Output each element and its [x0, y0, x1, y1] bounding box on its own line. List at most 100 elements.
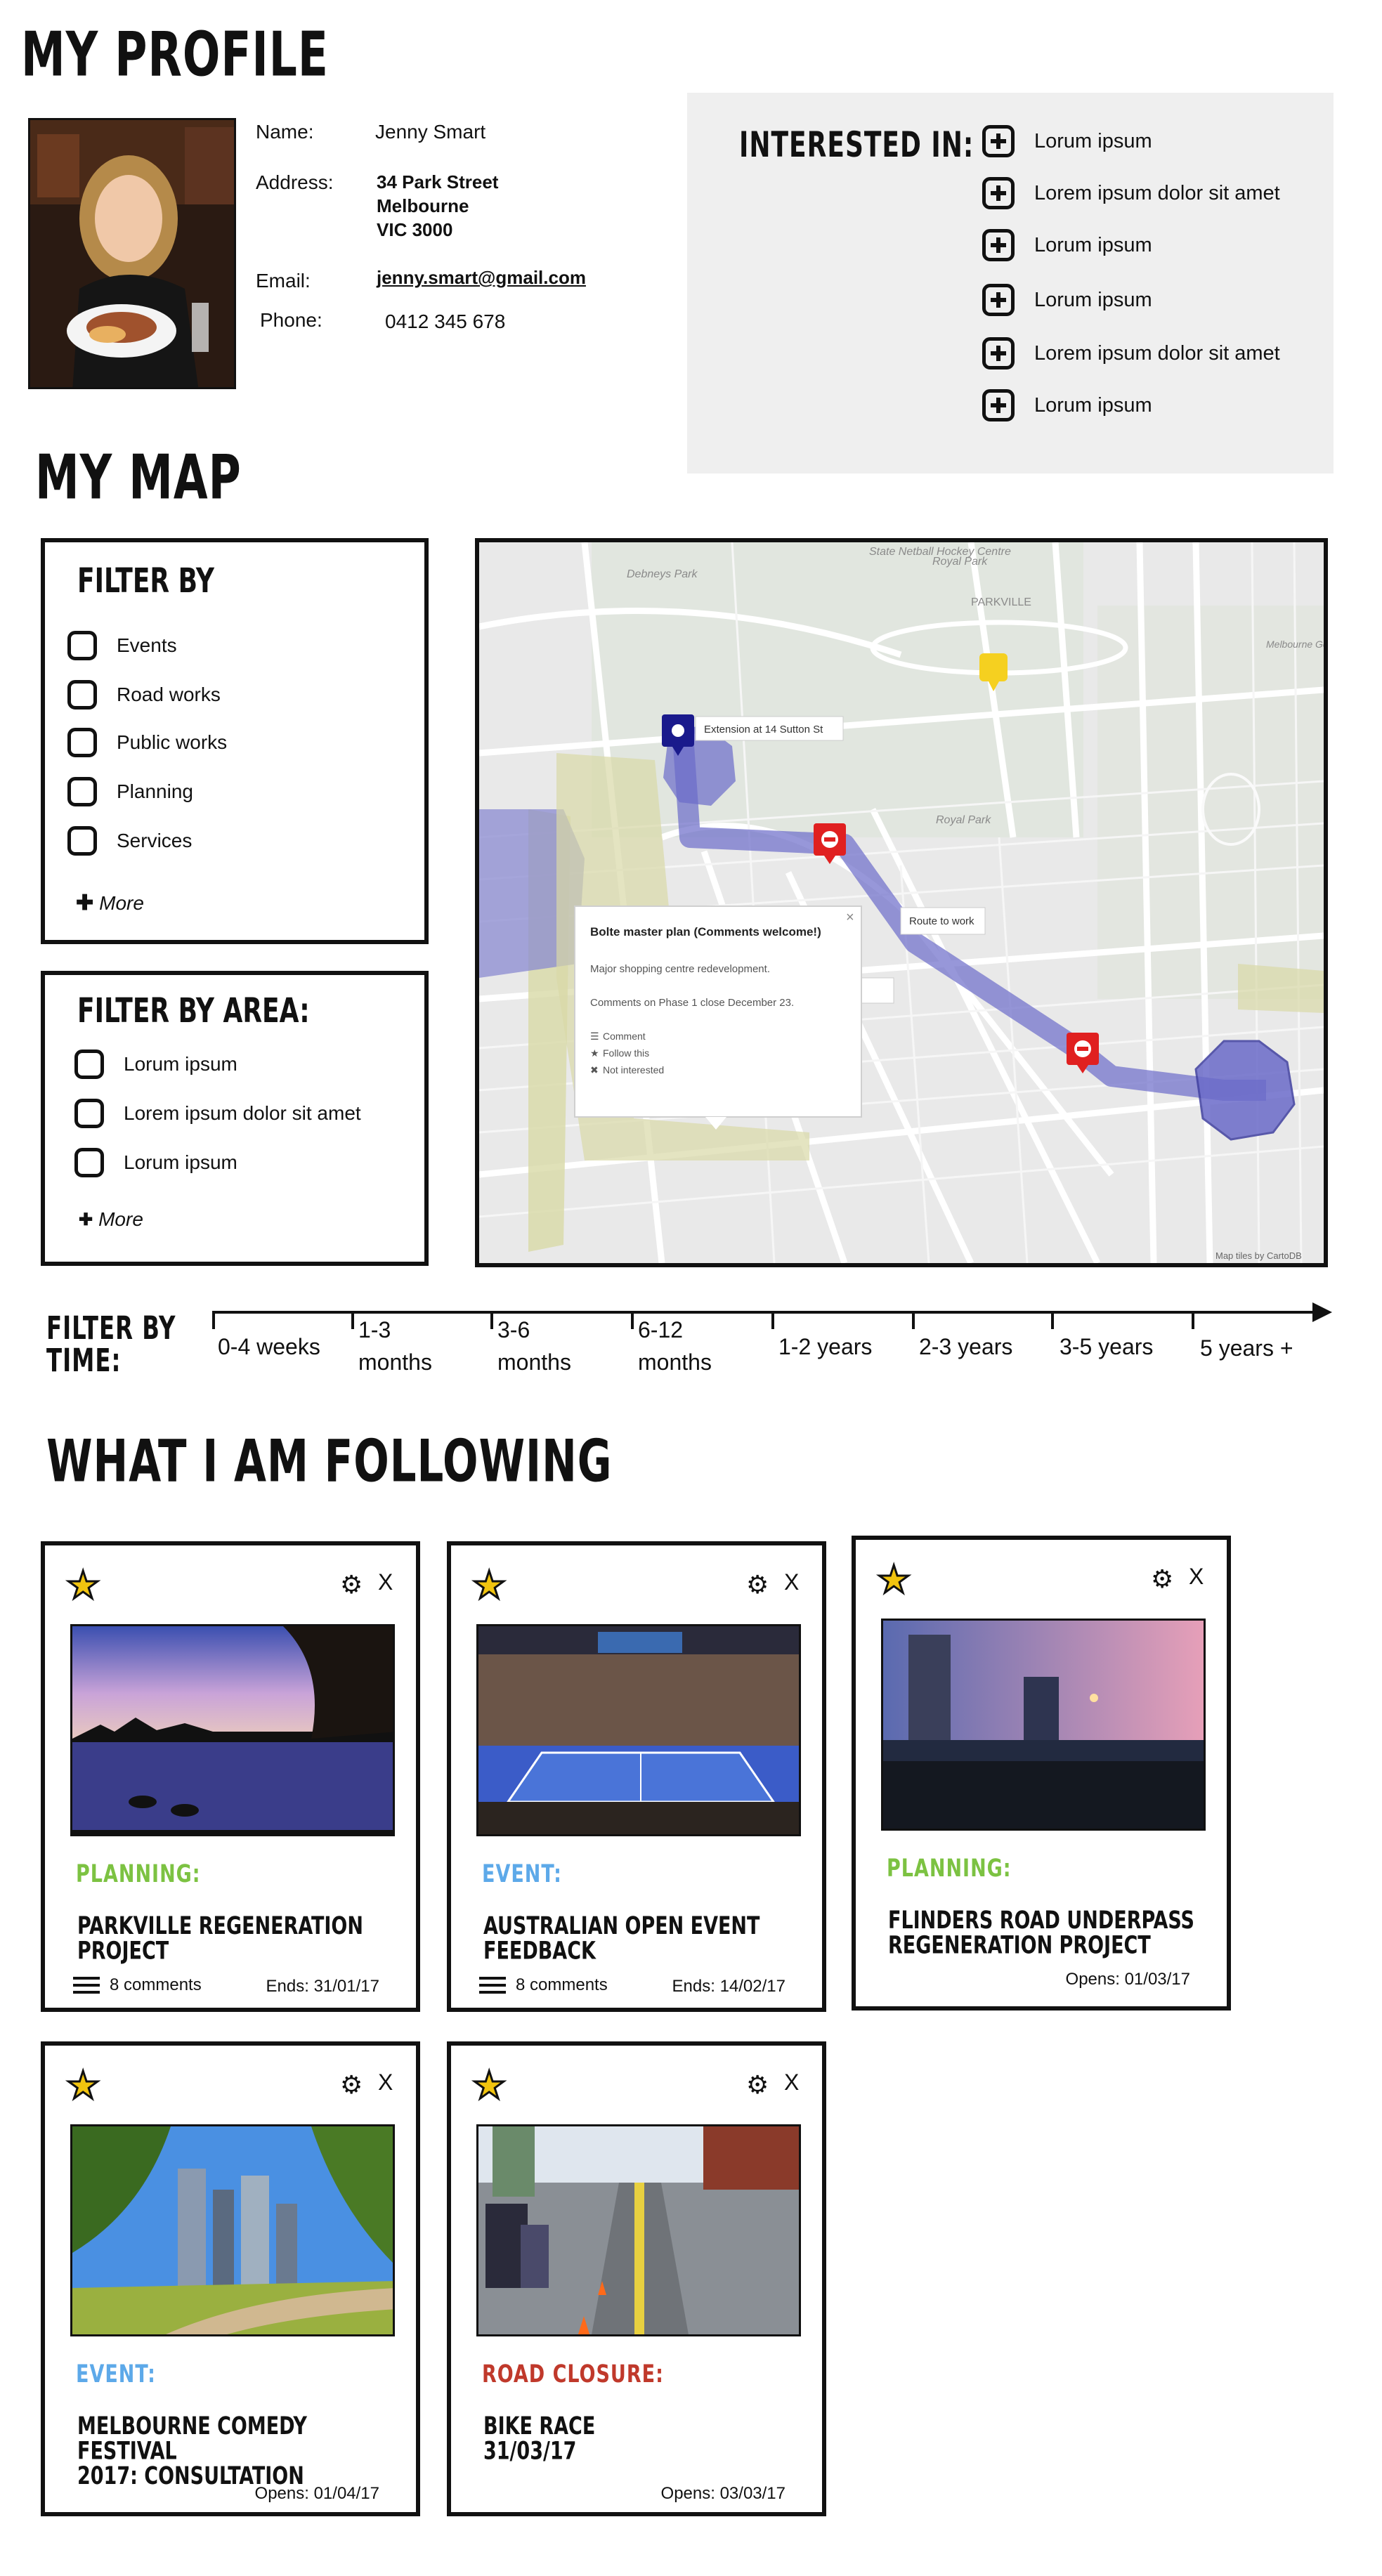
- close-icon: ✖: [590, 1064, 599, 1075]
- close-icon[interactable]: X: [1189, 1564, 1204, 1590]
- add-icon[interactable]: [982, 177, 1015, 209]
- profile-heading: MY PROFILE: [21, 18, 329, 91]
- filter-option-planning[interactable]: Planning: [67, 777, 193, 806]
- following-card[interactable]: ★ ⚙ X PLANNING: PARKVILLE REGENERATION PR…: [41, 1541, 420, 2012]
- gear-icon[interactable]: ⚙: [746, 1572, 769, 1597]
- map-place-label: Royal Park: [936, 814, 991, 826]
- card-date: Opens: 03/03/17: [660, 2484, 785, 2503]
- following-card[interactable]: ★ ⚙ X ROAD CLOSURE: BIKE RACE 31/03/17 Op…: [447, 2041, 826, 2516]
- time-range-option[interactable]: 1-3 months: [358, 1314, 432, 1378]
- address-line-3: VIC 3000: [377, 219, 453, 240]
- card-date: Opens: 01/03/17: [1065, 1970, 1190, 1989]
- following-card[interactable]: ★ ⚙ X PLANNING: FLINDERS ROAD UNDERPASS R…: [852, 1536, 1231, 2011]
- interest-item[interactable]: Lorum ipsum: [982, 389, 1152, 421]
- interest-item[interactable]: Lorum ipsum: [982, 229, 1152, 261]
- card-date: Opens: 01/04/17: [254, 2484, 379, 2503]
- area-option[interactable]: Lorem ipsum dolor sit amet: [74, 1099, 361, 1128]
- interest-item[interactable]: Lorum ipsum: [982, 284, 1152, 316]
- card-title[interactable]: FLINDERS ROAD UNDERPASS REGENERATION PROJ…: [888, 1908, 1211, 1958]
- interest-item[interactable]: Lorum ipsum: [982, 125, 1152, 157]
- address-line-2: Melbourne: [377, 195, 469, 216]
- card-comments[interactable]: 8 comments: [73, 1975, 202, 1995]
- filter-option-road-works[interactable]: Road works: [67, 680, 221, 710]
- add-icon[interactable]: [982, 389, 1015, 421]
- time-range-option[interactable]: 3-6 months: [497, 1314, 571, 1378]
- card-title[interactable]: AUSTRALIAN OPEN EVENT FEEDBACK: [483, 1914, 807, 1963]
- plus-icon: ✚: [76, 891, 94, 915]
- gear-icon[interactable]: ⚙: [746, 2072, 769, 2098]
- map-view[interactable]: Debneys Park State Netball Hockey Centre…: [475, 538, 1328, 1267]
- card-date: Ends: 14/02/17: [672, 1977, 785, 1996]
- time-range-option[interactable]: 1-2 years: [778, 1331, 872, 1363]
- checkbox[interactable]: [67, 728, 97, 757]
- filter-by-area-title: FILTER BY AREA:: [77, 992, 310, 1031]
- area-more-link[interactable]: ✚ More: [79, 1208, 143, 1231]
- interest-item[interactable]: Lorem ipsum dolor sit amet: [982, 177, 1280, 209]
- map-heading: MY MAP: [35, 441, 242, 514]
- area-option[interactable]: Lorum ipsum: [74, 1148, 237, 1177]
- time-range-option[interactable]: 3-5 years: [1060, 1331, 1153, 1363]
- map-attribution: Map tiles by CartoDB: [1215, 1250, 1302, 1261]
- phone-label: Phone:: [260, 309, 322, 331]
- checkbox[interactable]: [67, 680, 97, 710]
- card-photo: [476, 2124, 801, 2336]
- checkbox[interactable]: [74, 1099, 104, 1128]
- card-photo: [70, 1624, 395, 1836]
- time-range-option[interactable]: 2-3 years: [919, 1331, 1012, 1363]
- card-photo: [70, 2124, 395, 2336]
- popup-action-comment[interactable]: Comment: [603, 1031, 646, 1042]
- star-icon[interactable]: ★: [65, 1566, 100, 1606]
- time-range-option[interactable]: 6-12 months: [638, 1314, 712, 1378]
- filter-more-link[interactable]: ✚ More: [76, 891, 144, 915]
- interested-in-heading: INTERESTED IN:: [739, 125, 974, 166]
- interest-item[interactable]: Lorem ipsum dolor sit amet: [982, 337, 1280, 370]
- email-label: Email:: [256, 270, 311, 292]
- following-card[interactable]: ★ ⚙ X EVENT: MELBOURNE COMEDY FESTIVAL 20…: [41, 2041, 420, 2516]
- map-popup[interactable]: × Bolte master plan (Comments welcome!) …: [574, 905, 862, 1130]
- star-icon[interactable]: ★: [471, 2066, 507, 2106]
- star-icon[interactable]: ★: [875, 1560, 911, 1600]
- filter-option-services[interactable]: Services: [67, 826, 192, 856]
- close-icon[interactable]: X: [378, 2070, 393, 2096]
- card-title[interactable]: PARKVILLE REGENERATION PROJECT: [77, 1914, 400, 1963]
- card-title[interactable]: BIKE RACE 31/03/17: [483, 2414, 807, 2464]
- card-category: ROAD CLOSURE:: [482, 2360, 664, 2389]
- map-place-label: Melbourne General Cemetery: [1266, 639, 1324, 650]
- filter-option-public-works[interactable]: Public works: [67, 728, 227, 757]
- popup-action-not-interested[interactable]: Not interested: [603, 1064, 664, 1075]
- popup-description: Major shopping centre redevelopment.: [590, 963, 770, 975]
- gear-icon[interactable]: ⚙: [340, 2072, 363, 2098]
- add-icon[interactable]: [982, 229, 1015, 261]
- card-comments[interactable]: 8 comments: [479, 1975, 608, 1995]
- card-title[interactable]: MELBOURNE COMEDY FESTIVAL 2017: CONSULTAT…: [77, 2414, 400, 2489]
- close-icon[interactable]: X: [784, 1569, 799, 1595]
- map-canvas[interactable]: Debneys Park State Netball Hockey Centre…: [479, 542, 1324, 1263]
- time-range-option[interactable]: 5 years +: [1200, 1332, 1293, 1364]
- checkbox[interactable]: [67, 631, 97, 660]
- timeline-arrow: [1312, 1302, 1332, 1322]
- area-option[interactable]: Lorum ipsum: [74, 1050, 237, 1079]
- filter-option-events[interactable]: Events: [67, 631, 177, 660]
- star-icon[interactable]: ★: [471, 1566, 507, 1606]
- time-range-option[interactable]: 0-4 weeks: [218, 1331, 320, 1363]
- card-category: PLANNING:: [887, 1855, 1012, 1883]
- checkbox[interactable]: [74, 1148, 104, 1177]
- add-icon[interactable]: [982, 337, 1015, 370]
- gear-icon[interactable]: ⚙: [340, 1572, 363, 1597]
- star-icon[interactable]: ★: [65, 2066, 100, 2106]
- following-card[interactable]: ★ ⚙ X EVENT: AUSTRALIAN OPEN EVENT FEEDBA…: [447, 1541, 826, 2012]
- checkbox[interactable]: [67, 777, 97, 806]
- add-icon[interactable]: [982, 125, 1015, 157]
- close-icon[interactable]: X: [784, 2070, 799, 2096]
- card-photo: [881, 1619, 1206, 1831]
- close-icon[interactable]: X: [378, 1569, 393, 1595]
- avatar: [28, 118, 236, 389]
- checkbox[interactable]: [74, 1050, 104, 1079]
- popup-action-follow[interactable]: Follow this: [603, 1047, 649, 1059]
- popup-close-icon[interactable]: ×: [846, 910, 854, 925]
- timeline-tick: [1051, 1311, 1054, 1329]
- gear-icon[interactable]: ⚙: [1151, 1567, 1173, 1592]
- add-icon[interactable]: [982, 284, 1015, 316]
- checkbox[interactable]: [67, 826, 97, 856]
- email-link[interactable]: jenny.smart@gmail.com: [377, 267, 586, 289]
